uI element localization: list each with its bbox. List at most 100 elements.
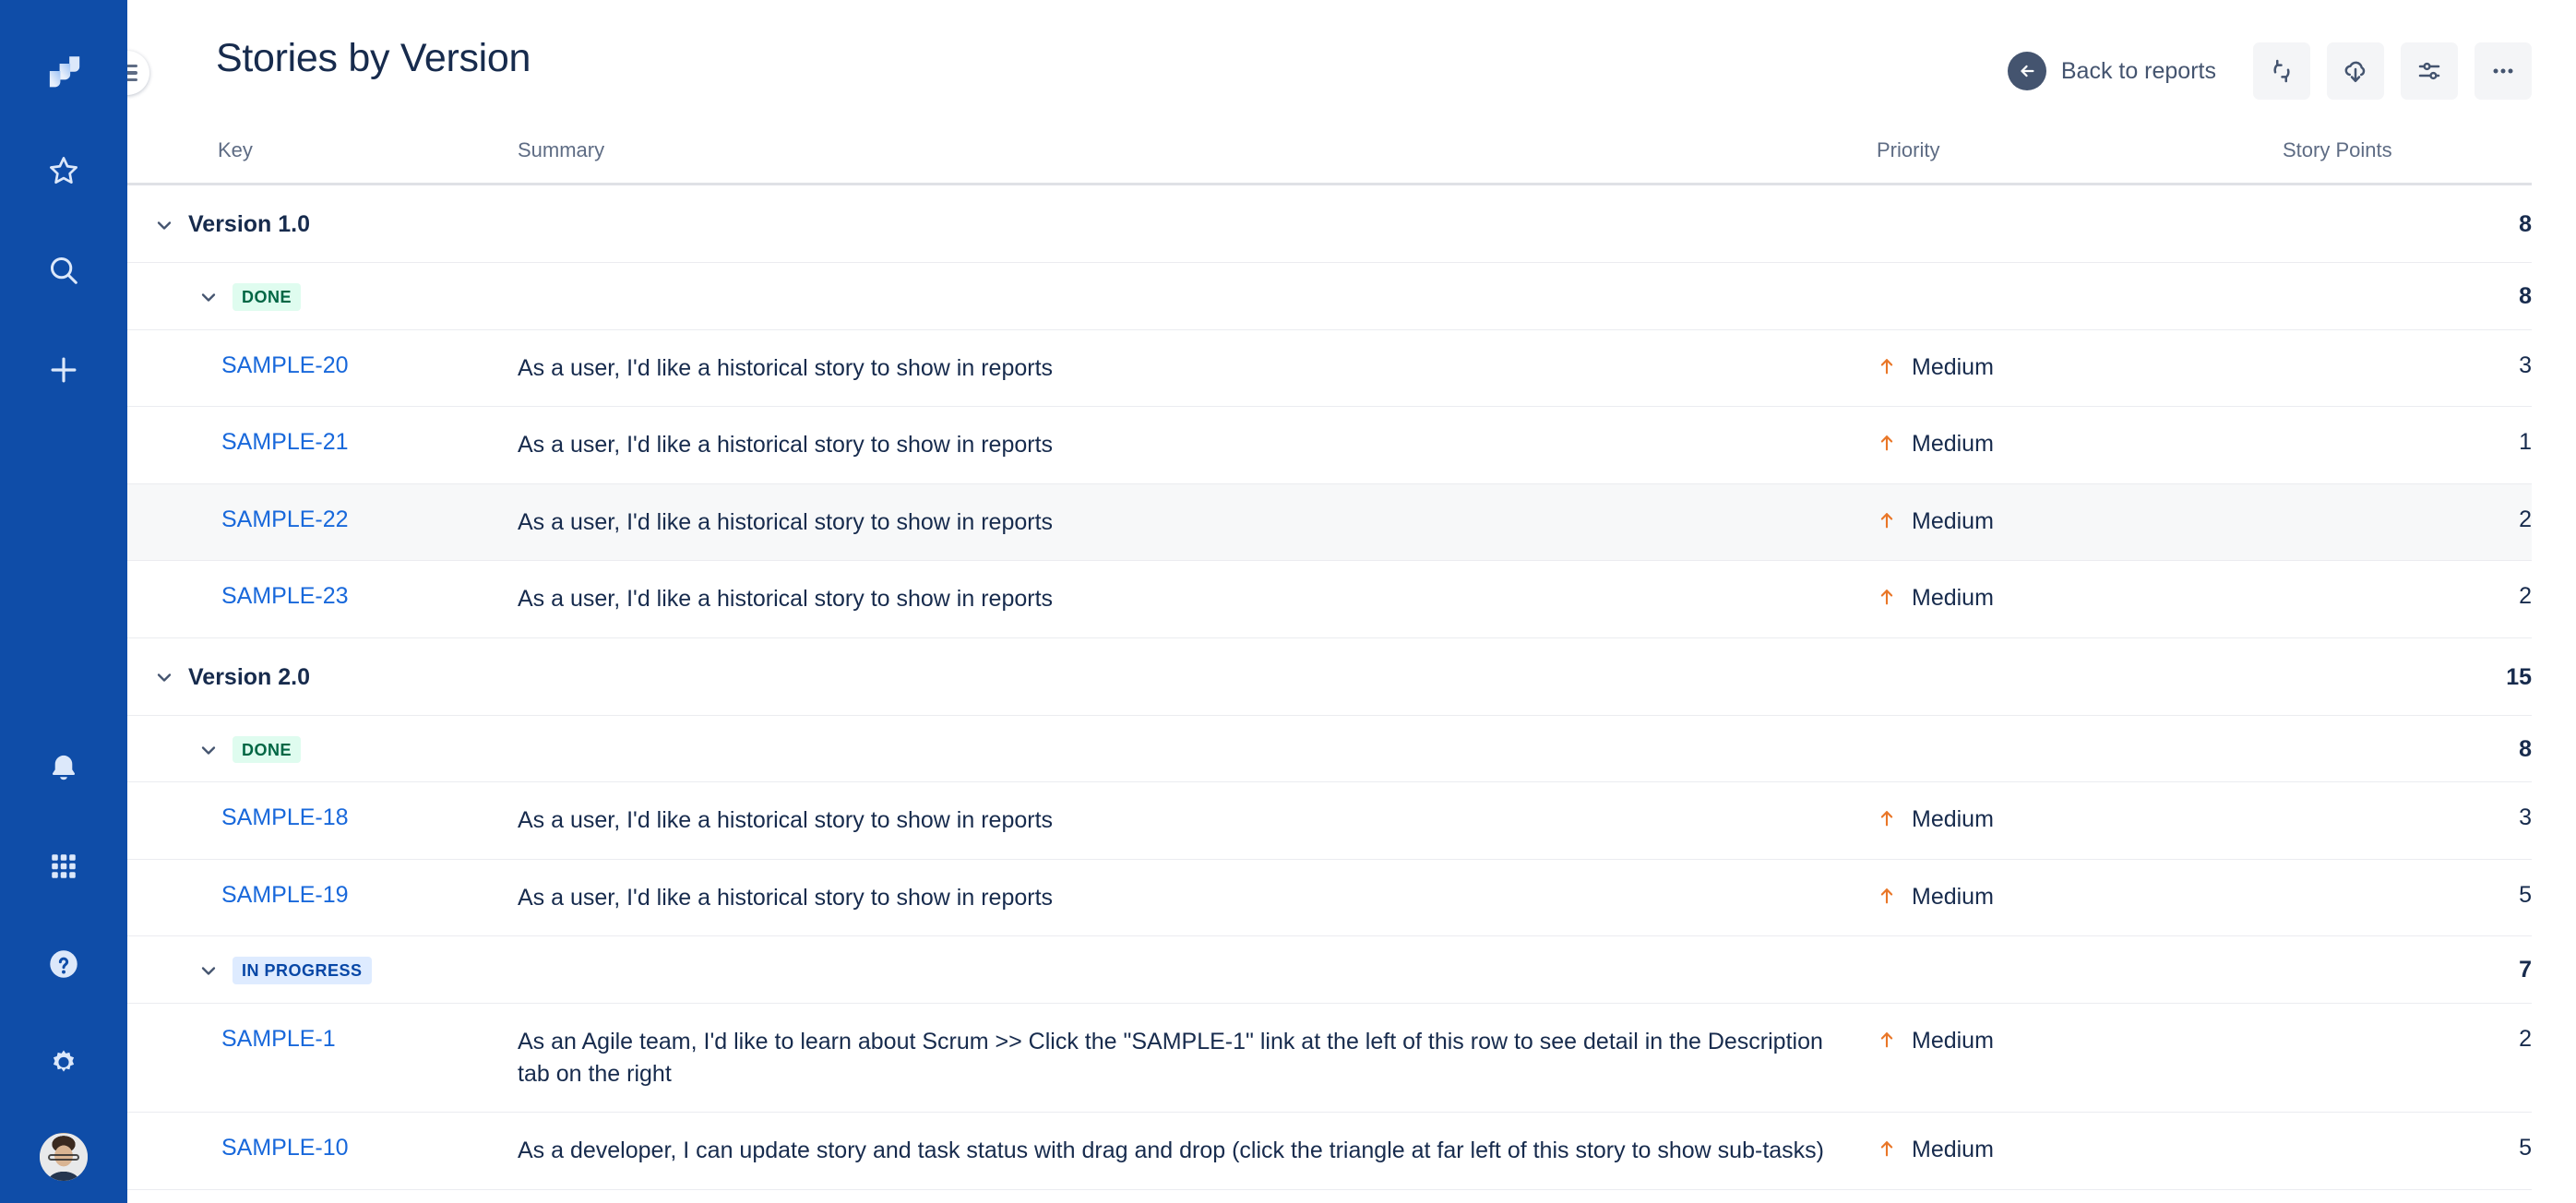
priority-medium-arrow-icon bbox=[1880, 1032, 1893, 1048]
priority-medium-arrow-icon bbox=[1880, 1141, 1893, 1157]
table-body: Version 1.0 8 DONE 8 SAMPLE-20 As a user, I'd… bbox=[127, 184, 2532, 1203]
jira-logo[interactable] bbox=[35, 42, 92, 100]
issue-key-link[interactable]: SAMPLE-10 bbox=[218, 1135, 349, 1161]
issue-key-cell: SAMPLE-1 bbox=[218, 1003, 518, 1114]
issue-key-link[interactable]: SAMPLE-19 bbox=[218, 882, 349, 908]
avatar-glasses bbox=[48, 1153, 79, 1161]
notification-bell-icon[interactable] bbox=[35, 740, 92, 797]
issue-key-link[interactable]: SAMPLE-23 bbox=[218, 583, 349, 609]
table-row[interactable]: SAMPLE-19 As a user, I'd like a historica… bbox=[127, 859, 2532, 937]
refresh-button[interactable] bbox=[2253, 42, 2310, 100]
page-header: Stories by Version Back to reports bbox=[127, 0, 2576, 138]
row-indent-cell bbox=[127, 406, 218, 484]
issue-priority-label: Medium bbox=[1912, 806, 1994, 833]
settings-gear-icon[interactable] bbox=[35, 1033, 92, 1090]
table-row[interactable]: SAMPLE-21 As a user, I'd like a historica… bbox=[127, 406, 2532, 484]
chevron-down-icon[interactable] bbox=[153, 666, 175, 688]
version-group-row[interactable]: Version 2.0 15 bbox=[127, 637, 2532, 716]
issue-key-link[interactable]: SAMPLE-21 bbox=[218, 429, 349, 455]
table-row[interactable]: SAMPLE-23 As a user, I'd like a historica… bbox=[127, 560, 2532, 638]
row-indent-cell bbox=[127, 859, 218, 937]
column-header-indent bbox=[127, 138, 218, 185]
issue-summary-cell: As an Agile team, I'd like to learn abou… bbox=[518, 1003, 1877, 1114]
chevron-down-icon[interactable] bbox=[197, 959, 220, 982]
issue-story-points: 3 bbox=[2283, 781, 2532, 860]
issue-story-points: 1 bbox=[2283, 406, 2532, 484]
more-actions-button[interactable] bbox=[2475, 42, 2532, 100]
export-download-button[interactable] bbox=[2327, 42, 2384, 100]
chevron-down-icon[interactable] bbox=[197, 286, 220, 308]
issue-priority-cell: Medium bbox=[1877, 483, 2283, 562]
issue-summary-cell: As a user, I'd like a historical story t… bbox=[518, 781, 1877, 860]
issue-story-points: 5 bbox=[2283, 1112, 2532, 1190]
table-row[interactable]: SAMPLE-1 As an Agile team, I'd like to le… bbox=[127, 1003, 2532, 1114]
row-indent-cell bbox=[127, 483, 218, 562]
issue-key-link[interactable]: SAMPLE-20 bbox=[218, 352, 349, 378]
issue-key-cell: SAMPLE-19 bbox=[218, 859, 518, 937]
back-to-reports-label: Back to reports bbox=[2060, 57, 2216, 84]
plus-icon[interactable] bbox=[35, 341, 92, 399]
column-header-story-points: Story Points bbox=[2283, 138, 2532, 185]
table-row[interactable]: SAMPLE-18 As a user, I'd like a historica… bbox=[127, 781, 2532, 860]
version-group-total: 8 bbox=[2283, 184, 2532, 263]
issue-summary-cell: As a user, I'd like a historical story t… bbox=[518, 329, 1877, 408]
issue-summary-text: As a user, I'd like a historical story t… bbox=[518, 508, 1054, 535]
issue-summary-text: As a user, I'd like a historical story t… bbox=[518, 884, 1054, 911]
issue-priority-cell: Medium bbox=[1877, 406, 2283, 484]
priority-medium-arrow-icon bbox=[1880, 435, 1893, 451]
issue-priority-label: Medium bbox=[1912, 353, 1994, 380]
page-title: Stories by Version bbox=[216, 36, 531, 80]
status-group-cell: IN PROGRESS bbox=[127, 935, 2283, 1005]
issue-story-points: 5 bbox=[2283, 859, 2532, 937]
help-question-icon[interactable] bbox=[35, 935, 92, 993]
version-group-row[interactable]: Version 1.0 8 bbox=[127, 184, 2532, 263]
search-icon[interactable] bbox=[35, 242, 92, 299]
app-switcher-grid-icon[interactable] bbox=[35, 838, 92, 895]
issue-key-link[interactable]: SAMPLE-18 bbox=[218, 804, 349, 830]
priority-medium-arrow-icon bbox=[1880, 811, 1893, 827]
status-group-row[interactable]: DONE 8 bbox=[127, 262, 2532, 330]
back-to-reports-link[interactable]: Back to reports bbox=[2007, 52, 2216, 90]
issue-priority-cell: Medium bbox=[1877, 560, 2283, 638]
filter-settings-button[interactable] bbox=[2401, 42, 2458, 100]
issue-key-link[interactable]: SAMPLE-1 bbox=[218, 1026, 336, 1052]
issue-key-link[interactable]: SAMPLE-22 bbox=[218, 506, 349, 532]
column-header-priority: Priority bbox=[1877, 138, 2283, 185]
issue-story-points: 3 bbox=[2283, 329, 2532, 408]
issue-key-cell: SAMPLE-20 bbox=[218, 329, 518, 408]
status-badge: IN PROGRESS bbox=[233, 957, 372, 985]
table-row[interactable]: SAMPLE-20 As a user, I'd like a historica… bbox=[127, 329, 2532, 408]
user-avatar[interactable] bbox=[38, 1131, 89, 1183]
version-group-label: Version 1.0 bbox=[188, 211, 311, 237]
chevron-down-icon[interactable] bbox=[153, 214, 175, 236]
status-group-total: 8 bbox=[2283, 715, 2532, 783]
issue-priority-cell: Medium bbox=[1877, 859, 2283, 937]
version-group-row[interactable]: None3 bbox=[127, 1189, 2532, 1203]
priority-medium-arrow-icon bbox=[1880, 358, 1893, 375]
status-group-row[interactable]: DONE 8 bbox=[127, 715, 2532, 783]
issue-summary-text: As a user, I'd like a historical story t… bbox=[518, 432, 1054, 459]
issue-summary-cell: As a user, I'd like a historical story t… bbox=[518, 483, 1877, 562]
table-row[interactable]: SAMPLE-10 As a developer, I can update st… bbox=[127, 1112, 2532, 1190]
chevron-down-icon[interactable] bbox=[197, 739, 220, 761]
issue-priority-label: Medium bbox=[1912, 883, 1994, 910]
issue-story-points: 2 bbox=[2283, 560, 2532, 638]
back-arrow-icon bbox=[2007, 52, 2046, 90]
version-group-cell: None bbox=[127, 1189, 2283, 1203]
issue-summary-cell: As a user, I'd like a historical story t… bbox=[518, 560, 1877, 638]
sidebar-bottom-group bbox=[0, 740, 127, 1183]
status-badge: DONE bbox=[233, 283, 302, 311]
issue-priority-cell: Medium bbox=[1877, 781, 2283, 860]
row-indent-cell bbox=[127, 329, 218, 408]
status-group-row[interactable]: IN PROGRESS 7 bbox=[127, 935, 2532, 1005]
issue-key-cell: SAMPLE-21 bbox=[218, 406, 518, 484]
table-row[interactable]: SAMPLE-22 As a user, I'd like a historica… bbox=[127, 483, 2532, 562]
star-icon[interactable] bbox=[35, 142, 92, 199]
issue-key-cell: SAMPLE-18 bbox=[218, 781, 518, 860]
table-header-row: Key Summary Priority Story Points bbox=[127, 138, 2532, 185]
issue-summary-text: As a user, I'd like a historical story t… bbox=[518, 354, 1054, 381]
issue-summary-cell: As a user, I'd like a historical story t… bbox=[518, 859, 1877, 937]
main-content: Stories by Version Back to reports Key S… bbox=[127, 0, 2576, 1203]
issue-priority-cell: Medium bbox=[1877, 1112, 2283, 1190]
issue-story-points: 2 bbox=[2283, 483, 2532, 562]
